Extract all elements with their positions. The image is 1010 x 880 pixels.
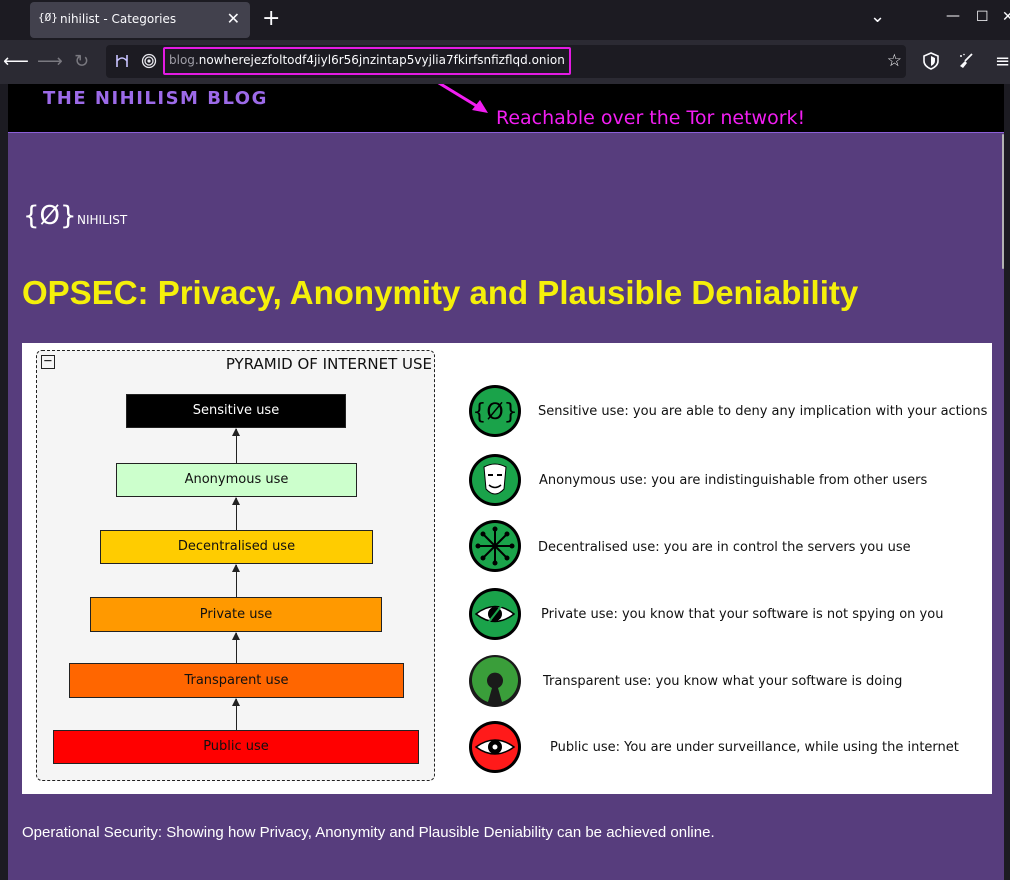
logo-text: NIHILIST <box>77 213 128 227</box>
level-public: Public use <box>53 730 419 764</box>
list-all-tabs-icon[interactable]: ⌄ <box>870 6 885 27</box>
address-bar[interactable]: blog.nowherejezfoltodf4jiyl6r56jnzintap5… <box>106 45 906 78</box>
navigation-toolbar: ⟵ ⟶ ↻ blog.nowherejezfoltodf4jiyl6r56jnz… <box>0 40 1010 84</box>
arrow-up-icon <box>232 564 240 598</box>
legend-private: Private use: you know that your software… <box>541 607 944 622</box>
minimize-icon[interactable]: — <box>946 8 960 24</box>
bookmark-star-icon[interactable]: ☆ <box>887 51 902 71</box>
web-page: THE NIHILISM BLOG Reachable over the Tor… <box>8 84 1004 880</box>
arrow-up-icon <box>232 698 240 730</box>
url-field[interactable]: blog.nowherejezfoltodf4jiyl6r56jnzintap5… <box>163 47 571 75</box>
svg-text:{Ø}: {Ø} <box>472 400 517 425</box>
open-source-icon <box>469 655 521 707</box>
nihilist-logo-icon: {Ø} <box>469 385 521 437</box>
scrollbar-thumb[interactable] <box>1002 134 1004 269</box>
legend-public: Public use: You are under surveillance, … <box>550 740 959 755</box>
new-tab-button[interactable]: + <box>262 6 280 31</box>
pyramid-figure: − PYRAMID OF INTERNET USE Sensitive use … <box>22 343 992 794</box>
level-private: Private use <box>90 597 382 632</box>
close-tab-icon[interactable]: ✕ <box>227 9 240 28</box>
arrow-up-icon <box>232 632 240 664</box>
browser-tab[interactable]: {Ø} nihilist - Categories ✕ <box>30 2 250 38</box>
level-anonymous: Anonymous use <box>116 463 357 497</box>
legend-sensitive: Sensitive use: you are able to deny any … <box>538 404 988 419</box>
level-transparent: Transparent use <box>69 663 404 698</box>
tab-favicon-icon: {Ø} <box>38 11 58 24</box>
maximize-icon[interactable]: ☐ <box>976 9 989 25</box>
logo-mark: {Ø} <box>23 201 77 231</box>
post-title[interactable]: OPSEC: Privacy, Anonymity and Plausible … <box>22 274 858 312</box>
legend-transparent: Transparent use: you know what your soft… <box>543 674 903 689</box>
tor-circuit-icon[interactable] <box>114 53 130 73</box>
onion-icon[interactable] <box>141 53 157 73</box>
pyramid-diagram: − PYRAMID OF INTERNET USE Sensitive use … <box>36 350 435 781</box>
annotation-arrow-icon <box>437 84 488 113</box>
guy-fawkes-mask-icon <box>469 454 521 506</box>
pyramid-title: PYRAMID OF INTERNET USE <box>225 355 432 373</box>
tor-annotation: Reachable over the Tor network! <box>496 107 806 129</box>
forward-arrow-icon[interactable]: ⟶ <box>37 51 63 72</box>
reload-icon[interactable]: ↻ <box>74 51 89 72</box>
tab-bar: {Ø} nihilist - Categories ✕ + ⌄ — ☐ ✕ <box>0 0 1010 40</box>
legend-anonymous: Anonymous use: you are indistinguishable… <box>539 473 928 488</box>
decentralised-network-icon <box>469 520 521 572</box>
hamburger-menu-icon[interactable]: ≡ <box>995 51 1010 72</box>
url-subdomain: blog. <box>169 53 199 67</box>
collapse-icon: − <box>41 354 55 369</box>
tab-title: nihilist - Categories <box>60 12 177 26</box>
new-identity-broom-icon[interactable] <box>957 52 975 75</box>
url-host: nowherejezfoltodf4jiyl6r56jnzintap5vyjli… <box>198 53 565 67</box>
post-caption: Operational Security: Showing how Privac… <box>22 824 715 841</box>
legend-decentralised: Decentralised use: you are in control th… <box>538 540 911 555</box>
site-title-link[interactable]: THE NIHILISM BLOG <box>43 88 268 109</box>
eye-crossed-icon <box>469 588 521 640</box>
level-sensitive: Sensitive use <box>126 394 346 428</box>
level-decentralised: Decentralised use <box>100 530 373 564</box>
arrow-up-icon <box>232 497 240 531</box>
arrow-up-icon <box>232 428 240 463</box>
shield-icon[interactable] <box>922 52 940 75</box>
nihilist-logo[interactable]: {Ø} NIHILIST <box>23 201 127 231</box>
surveillance-eye-icon <box>469 721 521 773</box>
close-window-icon[interactable]: ✕ <box>1002 9 1010 25</box>
back-arrow-icon[interactable]: ⟵ <box>3 51 29 72</box>
